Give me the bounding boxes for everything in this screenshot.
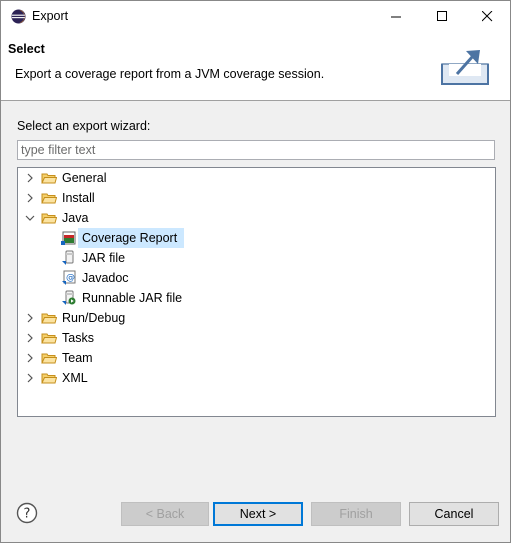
tree-item-xml[interactable]: XML [18, 368, 495, 388]
chevron-right-icon[interactable] [24, 312, 36, 324]
tree-item-label: Install [62, 191, 95, 205]
runnable-jar-icon [62, 290, 76, 305]
tree-item-label: Javadoc [82, 271, 129, 285]
close-icon [481, 11, 492, 22]
tree-item-label: General [62, 171, 107, 185]
wizard-header: Select Export a coverage report from a J… [1, 32, 510, 101]
export-dialog: Export Select Export a coverage report f… [0, 0, 511, 543]
tree-item-label: Runnable JAR file [82, 291, 183, 305]
window-title: Export [32, 9, 69, 23]
next-button[interactable]: Next > [213, 502, 303, 526]
eclipse-icon [11, 9, 26, 24]
folder-icon [41, 333, 57, 344]
chevron-down-icon[interactable] [24, 212, 36, 224]
folder-open-icon [41, 213, 57, 224]
wizard-body: Select an export wizard: General Install… [1, 101, 510, 481]
tree-item-runnable-jar-file[interactable]: Runnable JAR file [60, 288, 260, 308]
tree-item-run-debug[interactable]: Run/Debug [18, 308, 495, 328]
tree-item-javadoc[interactable]: @ Javadoc [60, 268, 260, 288]
tree-item-label: Java [62, 211, 89, 225]
filter-input[interactable] [17, 140, 495, 160]
cancel-button[interactable]: Cancel [409, 502, 499, 526]
tree-item-label: XML [62, 371, 88, 385]
jar-file-icon [62, 250, 74, 265]
tree-item-install[interactable]: Install [18, 188, 495, 208]
chevron-right-icon[interactable] [24, 332, 36, 344]
svg-text:?: ? [24, 507, 31, 522]
wizard-tree[interactable]: General Install Java Coverage Report JAR… [17, 167, 496, 417]
minimize-icon [390, 16, 401, 18]
tree-item-label: JAR file [82, 251, 126, 265]
chevron-right-icon[interactable] [24, 172, 36, 184]
tree-item-label: Team [62, 351, 93, 365]
folder-icon [41, 173, 57, 184]
button-bar: ? < Back Next > Finish Cancel [1, 481, 510, 542]
folder-icon [41, 373, 57, 384]
tree-item-label: Coverage Report [82, 231, 178, 245]
minimize-button[interactable] [373, 1, 419, 32]
folder-icon [41, 353, 57, 364]
folder-icon [41, 313, 57, 324]
chevron-right-icon[interactable] [24, 352, 36, 364]
tree-item-tasks[interactable]: Tasks [18, 328, 495, 348]
page-title: Select [8, 42, 45, 56]
export-wizard-banner-icon [441, 50, 489, 85]
close-button[interactable] [464, 1, 510, 32]
chevron-right-icon[interactable] [24, 372, 36, 384]
wizard-label: Select an export wizard: [17, 119, 151, 133]
tree-item-jar-file[interactable]: JAR file [60, 248, 260, 268]
tree-item-java[interactable]: Java [18, 208, 495, 228]
svg-text:@: @ [66, 273, 75, 283]
title-bar: Export [1, 1, 510, 32]
page-description: Export a coverage report from a JVM cove… [15, 67, 325, 81]
tree-item-label: Run/Debug [62, 311, 126, 325]
tree-item-general[interactable]: General [18, 168, 495, 188]
chevron-right-icon[interactable] [24, 192, 36, 204]
maximize-icon [436, 11, 447, 21]
tree-item-team[interactable]: Team [18, 348, 495, 368]
javadoc-icon: @ [62, 270, 76, 285]
folder-icon [41, 193, 57, 204]
maximize-button[interactable] [419, 1, 465, 32]
back-button[interactable]: < Back [121, 502, 209, 526]
coverage-report-icon [61, 231, 76, 245]
help-icon[interactable]: ? [16, 502, 38, 524]
finish-button[interactable]: Finish [311, 502, 401, 526]
tree-item-coverage-report[interactable]: Coverage Report [60, 228, 184, 248]
tree-item-label: Tasks [62, 331, 94, 345]
